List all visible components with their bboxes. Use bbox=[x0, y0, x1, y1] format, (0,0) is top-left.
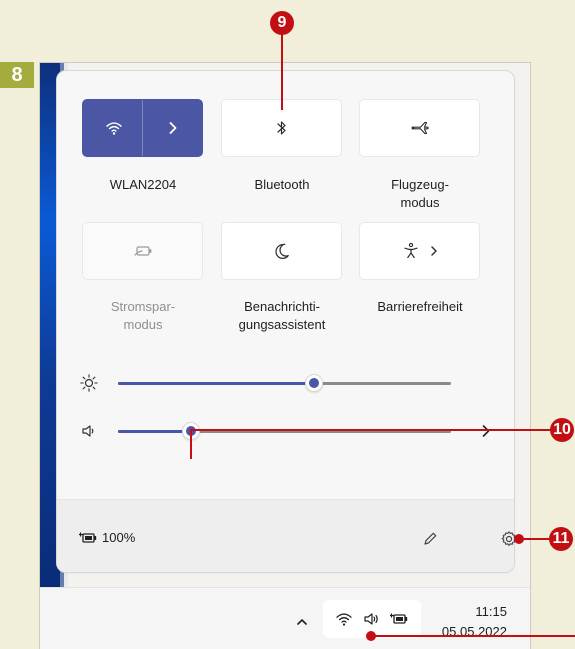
brightness-slider[interactable] bbox=[118, 374, 451, 392]
airplane-icon bbox=[410, 119, 430, 137]
wifi-icon bbox=[335, 611, 353, 627]
chevron-right-icon bbox=[168, 121, 178, 135]
tray-callout-line bbox=[371, 635, 575, 637]
taskbar-date: 05.05.2022 bbox=[441, 624, 507, 639]
accessibility-tile[interactable] bbox=[359, 222, 480, 280]
focus-assist-tile-label: Benachrichti- gungsassistent bbox=[212, 298, 352, 334]
wifi-icon bbox=[105, 120, 123, 136]
airplane-mode-label-line-2: modus bbox=[400, 195, 440, 210]
battery-charging-icon bbox=[78, 531, 98, 545]
brightness-icon bbox=[78, 372, 100, 394]
battery-status[interactable]: 100% bbox=[78, 530, 135, 545]
accessibility-tile-label: Barrierefreiheit bbox=[377, 299, 463, 314]
wifi-tile-label: WLAN2204 bbox=[109, 177, 177, 192]
show-hidden-icons-button[interactable] bbox=[292, 612, 312, 632]
focus-assist-label-line-1: Benachrichti- bbox=[244, 299, 320, 314]
speaker-icon bbox=[78, 420, 100, 442]
battery-saver-label-line-1: Stromspar- bbox=[110, 299, 176, 314]
wifi-toggle-button[interactable] bbox=[83, 100, 145, 156]
airplane-mode-label-line-1: Flugzeug- bbox=[391, 177, 449, 192]
speaker-icon bbox=[362, 611, 380, 627]
battery-saver-tile bbox=[82, 222, 203, 280]
battery-charging-icon bbox=[389, 612, 409, 626]
bluetooth-icon bbox=[275, 119, 289, 137]
bluetooth-tile-label: Bluetooth bbox=[254, 177, 310, 192]
focus-assist-tile[interactable] bbox=[221, 222, 342, 280]
callout-10-vertical-line bbox=[190, 430, 192, 459]
volume-row bbox=[78, 416, 496, 446]
battery-saver-icon bbox=[132, 244, 154, 258]
tray-callout-dot bbox=[366, 631, 376, 641]
battery-percentage: 100% bbox=[102, 530, 136, 545]
chevron-right-icon bbox=[481, 424, 491, 438]
airplane-mode-tile[interactable] bbox=[359, 99, 480, 157]
brightness-slider-fill bbox=[118, 382, 315, 385]
brightness-row bbox=[78, 368, 496, 398]
brightness-slider-thumb[interactable] bbox=[305, 374, 324, 392]
volume-slider-fill bbox=[118, 430, 192, 433]
taskbar-time: 11:15 bbox=[475, 604, 507, 619]
callout-10-horizontal-line bbox=[190, 429, 560, 431]
callout-11-number: 11 bbox=[549, 527, 573, 551]
volume-expand-button[interactable] bbox=[476, 419, 496, 443]
step-badge: 8 bbox=[0, 62, 34, 88]
chevron-right-icon bbox=[430, 245, 438, 257]
airplane-mode-tile-label: Flugzeug- modus bbox=[350, 176, 490, 212]
pencil-icon bbox=[421, 530, 439, 548]
focus-assist-label-line-2: gungsassistent bbox=[238, 317, 326, 332]
callout-11-dot bbox=[514, 534, 524, 544]
battery-saver-tile-label: Stromspar- modus bbox=[73, 298, 213, 334]
callout-9-line bbox=[281, 34, 283, 110]
callout-10-number: 10 bbox=[550, 418, 574, 442]
edit-quick-settings-button[interactable] bbox=[418, 527, 442, 551]
battery-saver-label-line-2: modus bbox=[123, 317, 163, 332]
callout-9-number: 9 bbox=[270, 11, 294, 35]
wifi-expand-button[interactable] bbox=[142, 100, 202, 156]
chevron-up-icon bbox=[296, 617, 308, 627]
accessibility-icon bbox=[402, 242, 420, 260]
wifi-tile[interactable] bbox=[82, 99, 203, 157]
moon-icon bbox=[274, 242, 290, 260]
